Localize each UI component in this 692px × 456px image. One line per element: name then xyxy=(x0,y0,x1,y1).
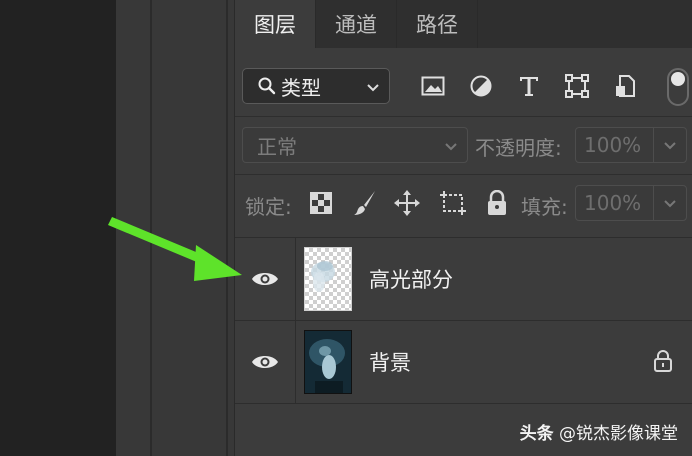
opacity-value: 100% xyxy=(584,133,642,157)
image-filter-icon[interactable] xyxy=(419,72,447,100)
type-filter-icon[interactable] xyxy=(515,72,543,100)
filter-type-label: 类型 xyxy=(281,75,321,100)
filter-toggle[interactable] xyxy=(667,68,689,106)
layer-row[interactable]: 背景 xyxy=(235,320,692,404)
eye-icon xyxy=(252,273,278,285)
tab-label: 图层 xyxy=(254,13,296,37)
watermark-handle: @锐杰影像课堂 xyxy=(559,424,678,444)
tab-layers[interactable]: 图层 xyxy=(235,0,316,48)
panel-tabs: 图层 通道 路径 xyxy=(235,0,692,48)
layer-name[interactable]: 背景 xyxy=(369,347,411,377)
lock-transparent-pixels-icon[interactable] xyxy=(307,189,335,217)
lock-label: 锁定: xyxy=(245,195,292,219)
lock-image-pixels-icon[interactable] xyxy=(351,189,379,217)
fill-label: 填充: xyxy=(521,195,568,219)
adjustment-filter-icon[interactable] xyxy=(467,72,495,100)
toggle-knob xyxy=(671,72,685,86)
lock-all-icon[interactable] xyxy=(483,189,511,217)
tab-label: 通道 xyxy=(335,13,377,37)
blend-mode-value: 正常 xyxy=(257,134,297,159)
chevron-down-icon xyxy=(443,136,459,160)
layer-thumbnail xyxy=(304,330,352,394)
annotation-arrow-icon xyxy=(108,217,242,281)
tab-channels[interactable]: 通道 xyxy=(316,0,397,48)
layers-panel: 图层 通道 路径 类型 正常 不透明度: 100% 锁定: 填充: 100% 高… xyxy=(234,0,692,456)
lock-icon[interactable] xyxy=(653,349,673,377)
row-separator xyxy=(235,174,692,175)
opacity-field[interactable]: 100% xyxy=(575,127,687,163)
fill-value: 100% xyxy=(584,191,642,215)
fill-field[interactable]: 100% xyxy=(575,185,687,221)
canvas-dark-area xyxy=(0,0,116,456)
layer-filter-select[interactable]: 类型 xyxy=(242,68,390,104)
opacity-label: 不透明度: xyxy=(475,136,562,160)
chevron-down-icon[interactable] xyxy=(653,186,686,220)
watermark: 头条 @锐杰影像课堂 xyxy=(520,419,678,444)
row-separator xyxy=(235,116,692,117)
watermark-brand: 头条 xyxy=(519,424,554,444)
blend-mode-select[interactable]: 正常 xyxy=(242,127,468,163)
search-icon xyxy=(257,76,277,96)
chevron-down-icon xyxy=(365,77,381,101)
chevron-down-icon[interactable] xyxy=(653,128,686,162)
eye-icon xyxy=(252,356,278,368)
lock-artboard-icon[interactable] xyxy=(439,189,467,217)
shape-filter-icon[interactable] xyxy=(563,72,591,100)
layer-row[interactable]: 高光部分 xyxy=(235,237,692,321)
smart-object-filter-icon[interactable] xyxy=(611,72,639,100)
layer-thumbnail xyxy=(304,247,352,311)
lock-position-icon[interactable] xyxy=(393,189,421,217)
layer-name[interactable]: 高光部分 xyxy=(369,264,453,294)
tab-label: 路径 xyxy=(416,13,458,37)
visibility-toggle[interactable] xyxy=(235,321,296,403)
tab-paths[interactable]: 路径 xyxy=(397,0,478,48)
